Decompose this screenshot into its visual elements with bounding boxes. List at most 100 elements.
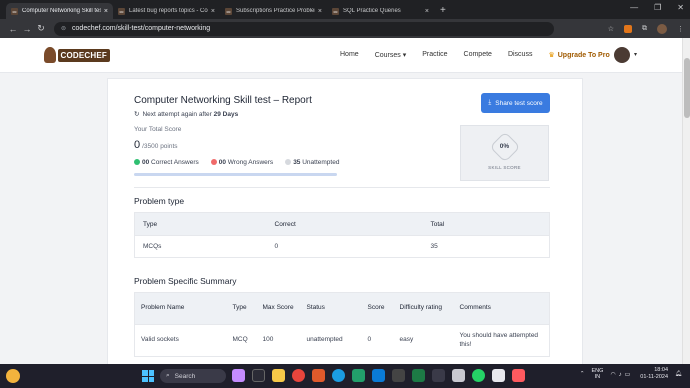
table-cell: 35: [422, 235, 550, 258]
table-cell: 0: [266, 235, 423, 258]
correct-label: Correct Answers: [151, 159, 199, 166]
app-icon[interactable]: [232, 369, 245, 382]
close-window-icon[interactable]: ✕: [677, 3, 684, 12]
total-score-label: Your Total Score: [134, 126, 182, 133]
metamask-extension-icon[interactable]: [624, 24, 632, 33]
clock-date: 01-11-2024: [640, 374, 669, 381]
unattempted-stat: 35 Unattempted: [285, 159, 339, 166]
minimize-icon[interactable]: —: [630, 3, 638, 12]
codechef-logo[interactable]: CODECHEF: [44, 45, 110, 65]
browser-menu-icon[interactable]: ⋮: [677, 25, 684, 33]
tab-label: Subscriptions Practice Problem: [236, 8, 315, 14]
column-header: Problem Name: [134, 292, 227, 325]
whatsapp-icon[interactable]: [472, 369, 485, 382]
address-bar-row: ← → ↻ ⊜ codechef.com/skill-test/computer…: [0, 19, 690, 38]
browser-tab[interactable]: cc Subscriptions Practice Problem ×: [220, 3, 327, 19]
app-icon[interactable]: [432, 369, 445, 382]
wrong-label: Wrong Answers: [227, 159, 274, 166]
bookmark-star-icon[interactable]: ☆: [608, 25, 614, 33]
tray-chevron-icon[interactable]: ⌃: [580, 371, 585, 377]
skill-score-value: 0%: [499, 143, 510, 150]
search-icon: ⌕: [166, 372, 170, 379]
codechef-favicon: cc: [118, 7, 125, 15]
close-tab-icon[interactable]: ×: [104, 8, 108, 15]
tab-label: SQL Practice Queries: [343, 8, 401, 14]
reload-icon[interactable]: ↻: [34, 23, 48, 34]
close-tab-icon[interactable]: ×: [318, 8, 322, 15]
clock-time: 18:04: [654, 367, 669, 373]
table-row: Valid sockets MCQ 100 unattempted 0 easy…: [134, 324, 550, 357]
codechef-favicon: cc: [225, 7, 232, 15]
user-avatar[interactable]: [614, 47, 630, 63]
nav-discuss[interactable]: Discuss: [508, 51, 533, 59]
file-explorer-icon[interactable]: [272, 369, 285, 382]
chevron-down-icon[interactable]: ▾: [634, 51, 637, 58]
app-icon[interactable]: [312, 369, 325, 382]
task-view-icon[interactable]: [252, 369, 265, 382]
table-cell: Valid sockets: [134, 324, 227, 357]
table-cell: 0: [361, 324, 394, 357]
taskbar-search[interactable]: ⌕ Search: [160, 369, 226, 383]
forward-icon[interactable]: →: [20, 24, 34, 34]
app-icon[interactable]: [492, 369, 505, 382]
download-icon: ⤓: [488, 99, 492, 106]
red-dot-icon: [210, 159, 217, 165]
correct-stat: 00 Correct Answers: [134, 159, 199, 166]
search-label: Search: [174, 372, 196, 380]
score-progress-bar: [134, 173, 337, 176]
table-cell: You should have attempted this!: [453, 324, 550, 357]
excel-icon[interactable]: [412, 369, 425, 382]
nav-practice[interactable]: Practice: [422, 51, 447, 59]
scrollbar-thumb[interactable]: [684, 58, 690, 118]
app-icon[interactable]: [392, 369, 405, 382]
browser-tab[interactable]: cc Latest bug reports topics - Co ×: [113, 3, 220, 19]
browser-tab-bar: cc Computer Networking Skill test × cc L…: [0, 0, 690, 19]
lang-region: IN: [594, 374, 601, 381]
chrome-icon[interactable]: [292, 369, 305, 382]
upgrade-label: Upgrade To Pro: [557, 52, 610, 59]
upgrade-to-pro-link[interactable]: ♛ Upgrade To Pro: [548, 51, 609, 59]
page-scrollbar[interactable]: [682, 38, 690, 364]
crown-icon: ♛: [548, 52, 555, 59]
refresh-icon: ↻: [134, 111, 140, 118]
url-text: codechef.com/skill-test/computer-network…: [72, 25, 211, 32]
maximize-icon[interactable]: ❐: [654, 3, 661, 12]
close-tab-icon[interactable]: ×: [211, 8, 215, 15]
wifi-volume-battery-icons[interactable]: ◠♪▭: [610, 371, 633, 378]
share-test-score-button[interactable]: ⤓ Share test score: [481, 93, 550, 113]
nav-courses[interactable]: Courses ▾: [375, 51, 407, 59]
tab-label: Latest bug reports topics - Co: [129, 8, 208, 14]
site-header: CODECHEF Home Courses ▾ Practice Compete…: [0, 38, 682, 73]
back-icon[interactable]: ←: [6, 24, 20, 34]
browser-tab[interactable]: cc SQL Practice Queries ×: [327, 3, 434, 19]
column-header: Score: [361, 292, 394, 325]
score-value: 0: [134, 139, 141, 151]
column-header: Total: [422, 212, 550, 236]
edge-icon[interactable]: [332, 369, 345, 382]
site-info-icon[interactable]: ⊜: [61, 25, 66, 32]
page-title: Computer Networking Skill test – Report: [134, 95, 312, 106]
logo-text: CODECHEF: [57, 48, 110, 62]
taskbar-clock[interactable]: 18:04 01-11-2024: [640, 367, 668, 381]
nav-compete[interactable]: Compete: [464, 51, 492, 59]
notification-bell-icon[interactable]: 🔔︎: [675, 371, 682, 377]
new-tab-button[interactable]: +: [440, 5, 446, 16]
vscode-icon[interactable]: [372, 369, 385, 382]
app-icon[interactable]: [452, 369, 465, 382]
weather-icon[interactable]: [6, 369, 20, 383]
table-row: MCQs 0 35: [134, 235, 550, 258]
browser-tab[interactable]: cc Computer Networking Skill test ×: [6, 3, 113, 19]
nav-home[interactable]: Home: [340, 51, 359, 59]
profile-avatar-icon[interactable]: [657, 23, 667, 34]
wrong-count: 00: [218, 159, 226, 166]
language-indicator[interactable]: ENG IN: [591, 368, 603, 381]
app-icon[interactable]: [512, 369, 525, 382]
extension-area: ☆ ⧉ ⋮: [608, 23, 684, 34]
chef-hat-icon: [44, 47, 56, 63]
extensions-icon[interactable]: ⧉: [642, 25, 647, 33]
windows-start-icon[interactable]: [142, 370, 154, 382]
share-label: Share test score: [495, 99, 543, 107]
url-input[interactable]: ⊜ codechef.com/skill-test/computer-netwo…: [54, 21, 554, 36]
app-icon[interactable]: [352, 369, 365, 382]
close-tab-icon[interactable]: ×: [425, 8, 429, 15]
